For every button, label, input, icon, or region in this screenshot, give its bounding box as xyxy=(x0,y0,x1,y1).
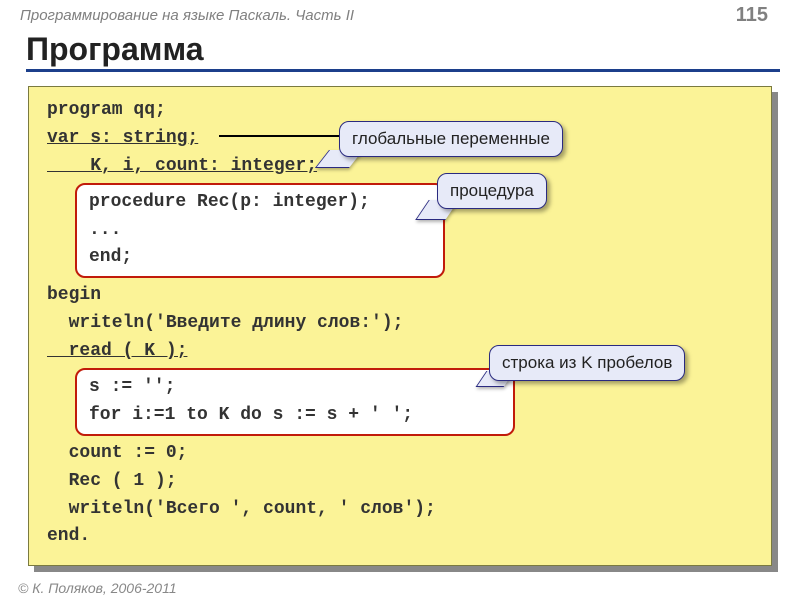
code-line: begin xyxy=(47,282,753,310)
code-line: writeln('Всего ', count, ' слов'); xyxy=(47,496,753,524)
code-line: count := 0; xyxy=(47,440,753,468)
init-box: s := ''; for i:=1 to K do s := s + ' '; xyxy=(75,368,515,436)
copyright: © К. Поляков, 2006-2011 xyxy=(18,580,177,596)
callout-procedure: процедура xyxy=(437,173,547,209)
code-line: end; xyxy=(89,244,433,272)
code-line: Rec ( 1 ); xyxy=(47,468,753,496)
page-title: Программа xyxy=(26,31,780,72)
code-line: end. xyxy=(47,523,753,551)
code-line: procedure Rec(p: integer); xyxy=(89,189,433,217)
page-number: 115 xyxy=(736,4,768,27)
code-line: ... xyxy=(89,217,433,245)
callout-global-vars: глобальные переменные xyxy=(339,121,563,157)
code-line: for i:=1 to K do s := s + ' '; xyxy=(89,402,503,430)
breadcrumb: Программирование на языке Паскаль. Часть… xyxy=(20,7,354,24)
code-line: s := ''; xyxy=(89,374,503,402)
connector-line xyxy=(219,135,349,137)
code-block: program qq; var s: string; K, i, count: … xyxy=(28,86,772,566)
code-line: writeln('Введите длину слов:'); xyxy=(47,310,753,338)
procedure-box: procedure Rec(p: integer); ... end; xyxy=(75,183,445,279)
callout-spaces-string: строка из K пробелов xyxy=(489,345,685,381)
